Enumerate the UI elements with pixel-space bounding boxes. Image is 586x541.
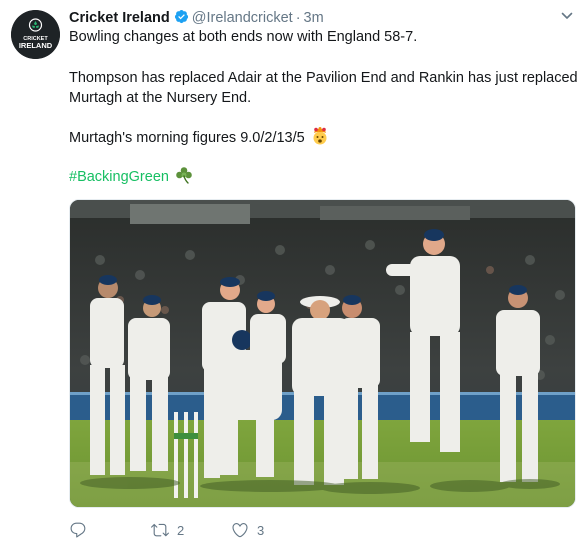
reply-button[interactable] [69, 519, 95, 541]
separator-dot: · [295, 10, 301, 26]
tweet-text-line: Bowling changes at both ends now with En… [69, 29, 418, 45]
timestamp[interactable]: 3m [304, 10, 324, 26]
account-handle[interactable]: @Irelandcricket [192, 10, 293, 26]
tweet-text-line: Thompson has replaced Adair at the Pavil… [69, 70, 578, 86]
reply-icon [70, 522, 86, 538]
shamrock-icon [176, 167, 192, 184]
retweet-count: 2 [177, 522, 185, 538]
tweet-photo[interactable] [69, 199, 576, 508]
like-count: 3 [257, 522, 265, 538]
tweet-card[interactable]: CRICKET IRELAND Cricket Ireland @Irelandc… [0, 0, 586, 540]
like-button[interactable]: 3 [231, 519, 264, 541]
tweet-text-line: Murtagh at the Nursery End. [69, 90, 252, 106]
exploding-head-emoji [313, 127, 327, 145]
caret-down-icon[interactable] [561, 10, 573, 22]
tweet-actions: 2 3 [69, 519, 369, 541]
tweet-text-line-with-emoji: Murtagh's morning figures 9.0/2/13/5 [69, 127, 569, 148]
hashtag-link[interactable]: #BackingGreen [69, 169, 169, 185]
retweet-button[interactable]: 2 [151, 519, 184, 541]
svg-text:IRELAND: IRELAND [19, 41, 53, 50]
tweet-header: Cricket Ireland @Irelandcricket · 3m [69, 9, 324, 27]
avatar[interactable]: CRICKET IRELAND [11, 10, 60, 59]
account-name[interactable]: Cricket Ireland [69, 10, 170, 26]
tweet-text-line: Murtagh's morning figures 9.0/2/13/5 [69, 130, 305, 146]
like-icon [232, 523, 248, 538]
hashtag-line: #BackingGreen [69, 166, 569, 187]
retweet-icon [151, 523, 169, 537]
verified-icon [174, 9, 188, 24]
